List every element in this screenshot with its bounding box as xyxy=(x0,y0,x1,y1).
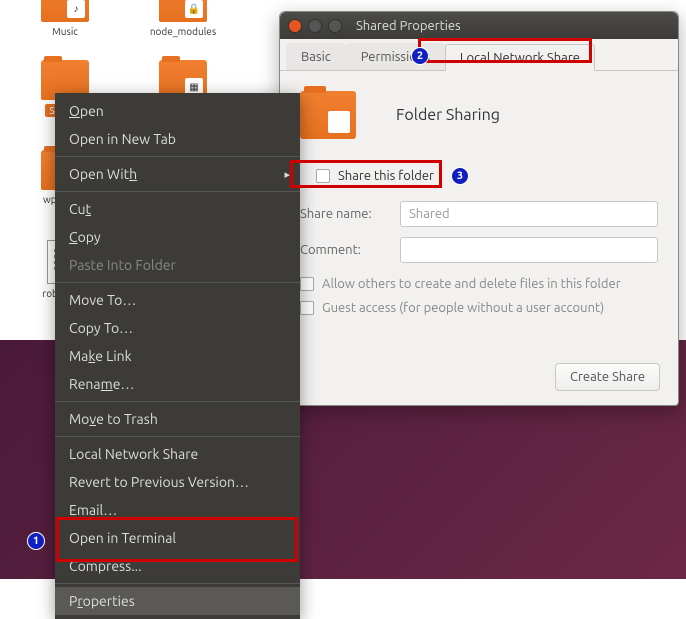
menu-open-terminal[interactable]: Open in Terminal xyxy=(55,524,300,552)
properties-dialog: Shared Properties Basic Permissions Loca… xyxy=(279,11,679,406)
menu-move-to[interactable]: Move To… xyxy=(55,286,300,314)
share-name-label: Share name: xyxy=(300,207,400,221)
create-share-button[interactable]: Create Share xyxy=(555,363,660,391)
minimize-icon[interactable] xyxy=(308,19,322,33)
menu-local-network-share[interactable]: Local Network Share xyxy=(55,440,300,468)
context-menu: Open Open in New Tab Open With▸ Cut Copy… xyxy=(55,93,300,619)
share-name-input[interactable] xyxy=(400,201,658,227)
menu-open-new-tab[interactable]: Open in New Tab xyxy=(55,125,300,153)
annotation-badge-2: 2 xyxy=(411,47,429,65)
annotation-badge-3: 3 xyxy=(451,167,469,185)
menu-open-with[interactable]: Open With▸ xyxy=(55,160,300,188)
folder-label: Music xyxy=(52,26,78,37)
share-this-folder-checkbox[interactable] xyxy=(316,169,330,183)
annotation-badge-1: 1 xyxy=(27,532,45,550)
guest-access-checkbox[interactable] xyxy=(300,301,314,315)
tab-body: Folder Sharing Share this folder Share n… xyxy=(280,71,678,345)
folder-node-modules[interactable]: 🔒 node_modules xyxy=(128,0,238,37)
menu-rename[interactable]: Rename… xyxy=(55,370,300,398)
dialog-tabs: Basic Permissions Local Network Share xyxy=(280,39,678,71)
guest-access-label: Guest access (for people without a user … xyxy=(322,301,604,315)
close-icon[interactable] xyxy=(288,19,302,33)
menu-compress[interactable]: Compress... xyxy=(55,552,300,580)
folder-music[interactable]: ♪ Music xyxy=(10,0,120,37)
menu-copy[interactable]: Copy xyxy=(55,223,300,251)
menu-email[interactable]: Email… xyxy=(55,496,300,524)
tab-basic[interactable]: Basic xyxy=(286,43,346,70)
dialog-title: Shared Properties xyxy=(356,19,461,33)
menu-properties[interactable]: Properties xyxy=(55,587,300,615)
menu-move-to-trash[interactable]: Move to Trash xyxy=(55,405,300,433)
chevron-right-icon: ▸ xyxy=(284,168,290,181)
folder-label: node_modules xyxy=(150,26,216,37)
comment-input[interactable] xyxy=(400,237,658,263)
menu-make-link[interactable]: Make Link xyxy=(55,342,300,370)
tab-permissions[interactable]: Permissions xyxy=(346,43,445,70)
folder-sharing-heading: Folder Sharing xyxy=(396,106,500,124)
comment-label: Comment: xyxy=(300,243,400,257)
dialog-titlebar[interactable]: Shared Properties xyxy=(280,12,678,39)
allow-others-checkbox[interactable] xyxy=(300,277,314,291)
share-folder-icon xyxy=(300,91,356,139)
menu-paste-into: Paste Into Folder xyxy=(55,251,300,279)
menu-revert[interactable]: Revert to Previous Version… xyxy=(55,468,300,496)
tab-local-network-share[interactable]: Local Network Share xyxy=(445,44,595,71)
menu-open[interactable]: Open xyxy=(55,97,300,125)
allow-others-label: Allow others to create and delete files … xyxy=(322,277,621,291)
share-this-folder-label: Share this folder xyxy=(338,169,434,183)
maximize-icon[interactable] xyxy=(328,19,342,33)
menu-copy-to[interactable]: Copy To… xyxy=(55,314,300,342)
menu-cut[interactable]: Cut xyxy=(55,195,300,223)
